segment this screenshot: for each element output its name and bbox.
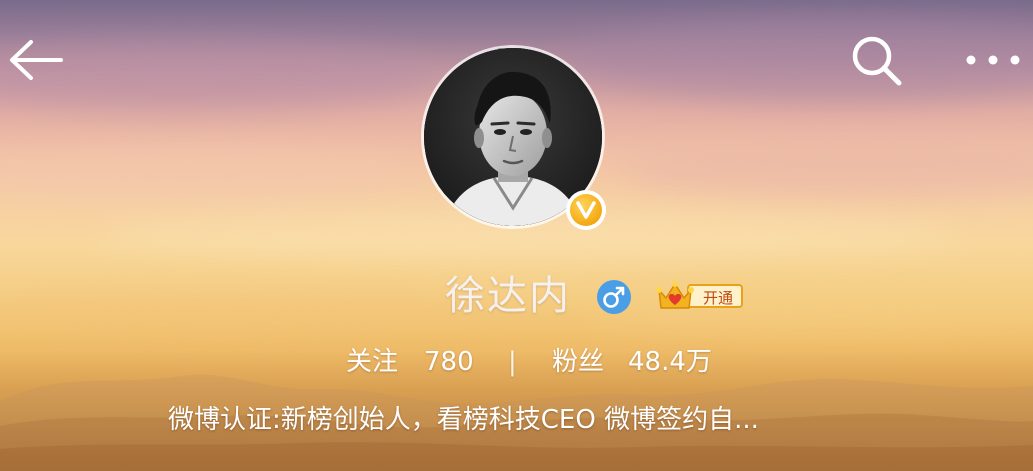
search-button[interactable] bbox=[848, 32, 906, 90]
search-icon bbox=[852, 36, 902, 86]
name-row: 徐达内 开通 bbox=[0, 268, 1033, 324]
follow-label[interactable]: 关注 bbox=[346, 340, 398, 384]
back-arrow-icon bbox=[10, 40, 63, 80]
vip-badge[interactable]: 开通 bbox=[655, 278, 747, 314]
vip-open-label: 开通 bbox=[687, 284, 743, 308]
more-button[interactable] bbox=[958, 40, 1028, 80]
background-cloud bbox=[0, 40, 440, 110]
username: 徐达内 bbox=[445, 273, 571, 319]
stats-divider: | bbox=[508, 347, 517, 377]
follow-count[interactable]: 780 bbox=[424, 340, 474, 384]
back-button[interactable] bbox=[4, 34, 66, 86]
verified-v-icon bbox=[570, 194, 602, 226]
fans-label[interactable]: 粉丝 bbox=[552, 340, 604, 384]
stats-row: 关注 780 | 粉丝 48.4万 bbox=[0, 340, 1033, 384]
verification-bio[interactable]: 微博认证:新榜创始人，看榜科技CEO 微博签约自... bbox=[168, 400, 888, 440]
fans-count[interactable]: 48.4万 bbox=[628, 340, 712, 384]
crown-icon bbox=[656, 281, 694, 309]
more-dots-icon bbox=[966, 55, 1020, 65]
verified-badge bbox=[566, 190, 606, 230]
background-cloud bbox=[0, 150, 420, 200]
male-icon bbox=[597, 280, 631, 314]
profile-header-screen: 徐达内 开通 关注 780 | 粉丝 48.4万 微博认证:新榜创始人，看榜科技… bbox=[0, 0, 1033, 471]
background-cloud bbox=[620, 140, 1033, 200]
